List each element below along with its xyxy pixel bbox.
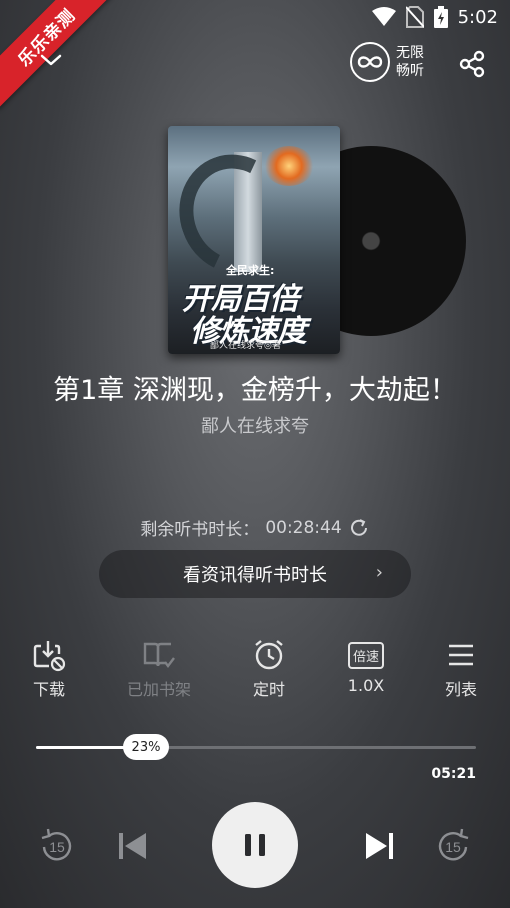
refresh-icon[interactable] xyxy=(348,517,370,539)
download-label: 下载 xyxy=(32,680,65,699)
book-cover: 全民求生: 开局百倍 修炼速度 鄙人在线求夸◎著 xyxy=(168,126,340,354)
skip-next-icon xyxy=(366,833,393,859)
speed-label: 1.0X xyxy=(347,676,385,695)
no-sim-icon xyxy=(405,6,424,28)
earn-button-label: 看资讯得听书时长 xyxy=(183,565,327,586)
speed-badge-icon: 倍速 xyxy=(347,641,384,669)
unlimited-listening-button[interactable]: 无限 畅听 xyxy=(350,42,424,82)
previous-button[interactable] xyxy=(114,828,150,864)
wifi-icon xyxy=(371,7,396,26)
pause-button[interactable] xyxy=(212,802,298,888)
infinity-icon xyxy=(350,42,390,82)
next-button[interactable] xyxy=(362,828,398,864)
book-added-icon xyxy=(143,642,175,668)
cover-explosion xyxy=(264,146,314,186)
download-icon xyxy=(33,641,66,672)
timer-button[interactable]: 定时 xyxy=(224,636,314,700)
pause-icon xyxy=(245,834,265,856)
download-button[interactable]: 下载 xyxy=(4,636,94,700)
speed-button[interactable]: 倍速 1.0X xyxy=(321,636,411,695)
progress-bar[interactable]: 23% xyxy=(36,734,476,760)
forward-seconds: 15 xyxy=(445,839,461,855)
alarm-clock-icon xyxy=(255,640,283,670)
remaining-time-value: 00:28:44 xyxy=(265,517,342,538)
playback-controls: 15 15 xyxy=(0,800,510,890)
chapter-title: 第1章 深渊现，金榜升，大劫起！ xyxy=(53,375,457,406)
unlimited-label-line1: 无限 xyxy=(396,45,424,61)
unlimited-label-line2: 畅听 xyxy=(396,63,424,79)
forward-15-icon: 15 xyxy=(438,828,469,861)
earn-listening-time-button[interactable]: 看资讯得听书时长 › xyxy=(99,550,411,598)
author-name[interactable]: 鄙人在线求夸 xyxy=(0,412,510,438)
status-icons: 5:02 xyxy=(371,6,498,28)
bookshelf-label: 已加书架 xyxy=(126,680,191,699)
chevron-right-icon: › xyxy=(375,562,383,583)
remaining-time-label: 剩余听书时长： xyxy=(140,520,260,540)
rewind-15-button[interactable]: 15 xyxy=(36,826,78,868)
skip-previous-icon xyxy=(119,833,146,859)
cover-author: 鄙人在线求夸◎著 xyxy=(210,341,281,351)
battery-charging-icon xyxy=(433,6,448,28)
forward-15-button[interactable]: 15 xyxy=(432,826,474,868)
total-duration: 05:21 xyxy=(431,766,476,782)
remaining-time: 剩余听书时长： 00:28:44 xyxy=(0,515,510,540)
rewind-seconds: 15 xyxy=(49,839,65,855)
timer-label: 定时 xyxy=(252,680,285,699)
collapse-chevron-down-icon[interactable] xyxy=(38,50,64,70)
list-icon xyxy=(449,644,473,666)
bookshelf-button[interactable]: 已加书架 xyxy=(114,636,204,700)
status-time: 5:02 xyxy=(457,6,498,28)
progress-thumb[interactable]: 23% xyxy=(123,734,169,760)
rewind-15-icon: 15 xyxy=(41,828,72,861)
share-icon[interactable] xyxy=(458,50,486,78)
album-art: 全民求生: 开局百倍 修炼速度 鄙人在线求夸◎著 xyxy=(168,126,466,356)
list-label: 列表 xyxy=(444,680,477,699)
action-toolbar: 下载 已加书架 定时 倍速 1.0X 列表 xyxy=(0,636,510,706)
unlimited-label: 无限 畅听 xyxy=(396,44,424,80)
playlist-button[interactable]: 列表 xyxy=(416,636,506,700)
